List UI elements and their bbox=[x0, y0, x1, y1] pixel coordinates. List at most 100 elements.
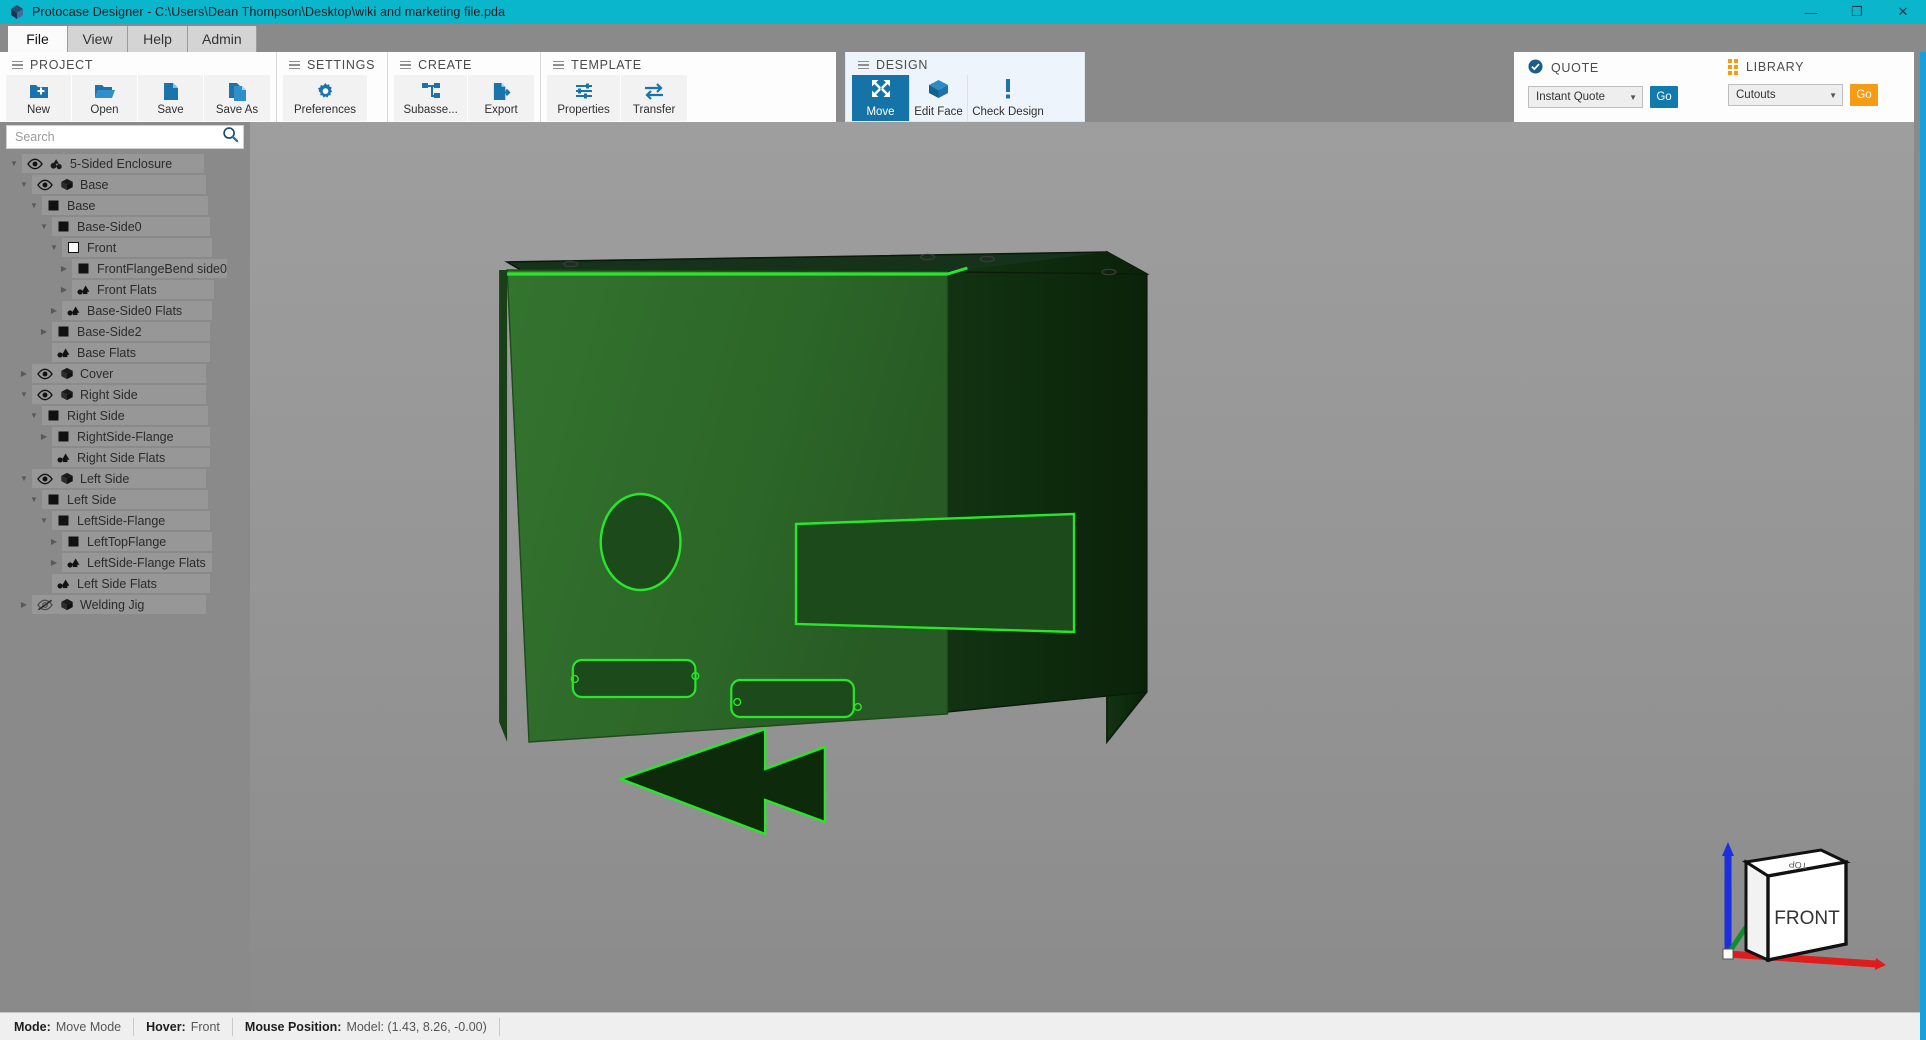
tree-row-content[interactable]: LeftSide-Flange bbox=[52, 511, 210, 530]
viewport-canvas[interactable] bbox=[250, 122, 1914, 1012]
tree-row-left-side[interactable]: ▼Left Side bbox=[0, 468, 250, 489]
quote-go-button[interactable]: Go bbox=[1650, 86, 1678, 108]
export-button[interactable]: Export bbox=[468, 75, 534, 121]
minimize-button[interactable]: — bbox=[1788, 0, 1834, 24]
tree-row-content[interactable]: LeftTopFlange bbox=[62, 532, 212, 551]
tree-row-content[interactable]: Base-Side2 bbox=[52, 322, 210, 341]
tree-row-lefttopflange[interactable]: ▶LeftTopFlange bbox=[0, 531, 250, 552]
menu-hamburger-icon[interactable] bbox=[12, 59, 23, 72]
tab-view[interactable]: View bbox=[68, 26, 128, 52]
tree-row-content[interactable]: Right Side bbox=[42, 406, 208, 425]
tree-row-leftside-flange-flats[interactable]: ▶LeftSide-Flange Flats bbox=[0, 552, 250, 573]
tree-expander-expanded[interactable]: ▼ bbox=[36, 516, 52, 525]
menu-hamburger-icon[interactable] bbox=[289, 59, 300, 72]
tree-row-content[interactable]: Cover bbox=[32, 364, 206, 383]
tree-expander-collapsed[interactable]: ▶ bbox=[16, 600, 32, 609]
tree-expander-collapsed[interactable]: ▶ bbox=[46, 558, 62, 567]
tree-row-left-side[interactable]: ▼Left Side bbox=[0, 489, 250, 510]
tree-row-content[interactable]: LeftSide-Flange Flats bbox=[62, 553, 212, 572]
subassembly-button[interactable]: Subasse... bbox=[394, 75, 468, 121]
tree-row-content[interactable]: 5-Sided Enclosure bbox=[22, 154, 204, 173]
search-icon[interactable] bbox=[222, 126, 239, 148]
tree-row-content[interactable]: Base bbox=[32, 175, 206, 194]
menu-hamburger-icon[interactable] bbox=[858, 59, 869, 72]
edit-face-button[interactable]: Edit Face bbox=[910, 75, 968, 121]
tree-expander-expanded[interactable]: ▼ bbox=[36, 222, 52, 231]
tree-row-5-sided-enclosure[interactable]: ▼5-Sided Enclosure bbox=[0, 153, 250, 174]
tree-row-content[interactable]: Base-Side0 bbox=[52, 217, 210, 236]
tree-expander-expanded[interactable]: ▼ bbox=[6, 159, 22, 168]
preferences-button[interactable]: Preferences bbox=[283, 75, 367, 121]
library-go-button[interactable]: Go bbox=[1850, 84, 1878, 106]
tree-row-base[interactable]: ▼Base bbox=[0, 174, 250, 195]
tree-row-base-side0-flats[interactable]: ▶Base-Side0 Flats bbox=[0, 300, 250, 321]
tree-row-content[interactable]: Left Side bbox=[32, 469, 206, 488]
tree-expander-expanded[interactable]: ▼ bbox=[26, 495, 42, 504]
navigation-cube[interactable]: FRONT TOP bbox=[1706, 832, 1886, 972]
tab-admin[interactable]: Admin bbox=[188, 26, 257, 52]
tree-expander-collapsed[interactable]: ▶ bbox=[46, 306, 62, 315]
tree-row-cover[interactable]: ▶Cover bbox=[0, 363, 250, 384]
menu-hamburger-icon[interactable] bbox=[553, 59, 564, 72]
tree-expander-expanded[interactable]: ▼ bbox=[16, 390, 32, 399]
tree-row-frontflangebend-side0[interactable]: ▶FrontFlangeBend side0 bbox=[0, 258, 250, 279]
tree-row-content[interactable]: RightSide-Flange bbox=[52, 427, 210, 446]
maximize-button[interactable]: ❐ bbox=[1834, 0, 1880, 24]
tree-expander-collapsed[interactable]: ▶ bbox=[36, 327, 52, 336]
tree-row-content[interactable]: Right Side Flats bbox=[52, 448, 210, 467]
tab-file[interactable]: File bbox=[8, 26, 68, 52]
tab-help[interactable]: Help bbox=[128, 26, 188, 52]
tree-row-leftside-flange[interactable]: ▼LeftSide-Flange bbox=[0, 510, 250, 531]
tree-expander-expanded[interactable]: ▼ bbox=[16, 180, 32, 189]
check-design-button[interactable]: Check Design bbox=[968, 75, 1048, 121]
tree-row-base-flats[interactable]: Base Flats bbox=[0, 342, 250, 363]
tree-row-left-side-flats[interactable]: Left Side Flats bbox=[0, 573, 250, 594]
tree-row-right-side-flats[interactable]: Right Side Flats bbox=[0, 447, 250, 468]
tree-expander-expanded[interactable]: ▼ bbox=[46, 243, 62, 252]
tree-row-content[interactable]: Welding Jig bbox=[32, 595, 206, 614]
visibility-toggle-hidden[interactable] bbox=[36, 597, 53, 612]
3d-viewport[interactable]: FRONT TOP bbox=[250, 122, 1914, 1012]
tree-row-base[interactable]: ▼Base bbox=[0, 195, 250, 216]
tree-row-right-side[interactable]: ▼Right Side bbox=[0, 405, 250, 426]
tree-row-right-side[interactable]: ▼Right Side bbox=[0, 384, 250, 405]
tree-row-content[interactable]: Base bbox=[42, 196, 208, 215]
tree-row-front[interactable]: ▼Front bbox=[0, 237, 250, 258]
visibility-toggle-visible[interactable] bbox=[36, 366, 53, 381]
save-as-button[interactable]: Save As bbox=[204, 75, 270, 121]
visibility-toggle-visible[interactable] bbox=[26, 156, 43, 171]
properties-button[interactable]: Properties bbox=[547, 75, 621, 121]
tree-row-front-flats[interactable]: ▶Front Flats bbox=[0, 279, 250, 300]
tree-expander-collapsed[interactable]: ▶ bbox=[36, 432, 52, 441]
tree-row-base-side0[interactable]: ▼Base-Side0 bbox=[0, 216, 250, 237]
tree-row-content[interactable]: Left Side bbox=[42, 490, 208, 509]
tree-row-content[interactable]: Front bbox=[62, 238, 212, 257]
visibility-toggle-visible[interactable] bbox=[36, 177, 53, 192]
tree-expander-collapsed[interactable]: ▶ bbox=[56, 264, 72, 273]
library-type-select[interactable]: Cutouts ▼ bbox=[1728, 84, 1843, 106]
open-button[interactable]: Open bbox=[72, 75, 138, 121]
tree-expander-collapsed[interactable]: ▶ bbox=[46, 537, 62, 546]
search-input[interactable] bbox=[15, 130, 222, 144]
tree-expander-expanded[interactable]: ▼ bbox=[16, 474, 32, 483]
visibility-toggle-visible[interactable] bbox=[36, 471, 53, 486]
tree-expander-collapsed[interactable]: ▶ bbox=[56, 285, 72, 294]
search-box[interactable] bbox=[6, 125, 244, 149]
tree-row-base-side2[interactable]: ▶Base-Side2 bbox=[0, 321, 250, 342]
tree-row-rightside-flange[interactable]: ▶RightSide-Flange bbox=[0, 426, 250, 447]
tree-row-content[interactable]: Base Flats bbox=[52, 343, 210, 362]
quote-type-select[interactable]: Instant Quote ▼ bbox=[1528, 86, 1643, 108]
tree-row-content[interactable]: Left Side Flats bbox=[52, 574, 210, 593]
tree-row-welding-jig[interactable]: ▶Welding Jig bbox=[0, 594, 250, 615]
save-button[interactable]: Save bbox=[138, 75, 204, 121]
move-button[interactable]: Move bbox=[852, 75, 910, 121]
tree-row-content[interactable]: Right Side bbox=[32, 385, 206, 404]
tree-row-content[interactable]: FrontFlangeBend side0 bbox=[72, 259, 227, 278]
tree-row-content[interactable]: Front Flats bbox=[72, 280, 214, 299]
close-button[interactable]: ✕ bbox=[1880, 0, 1926, 24]
tree-row-content[interactable]: Base-Side0 Flats bbox=[62, 301, 212, 320]
tree-expander-collapsed[interactable]: ▶ bbox=[16, 369, 32, 378]
new-button[interactable]: New bbox=[6, 75, 72, 121]
tree-expander-expanded[interactable]: ▼ bbox=[26, 201, 42, 210]
menu-hamburger-icon[interactable] bbox=[400, 59, 411, 72]
